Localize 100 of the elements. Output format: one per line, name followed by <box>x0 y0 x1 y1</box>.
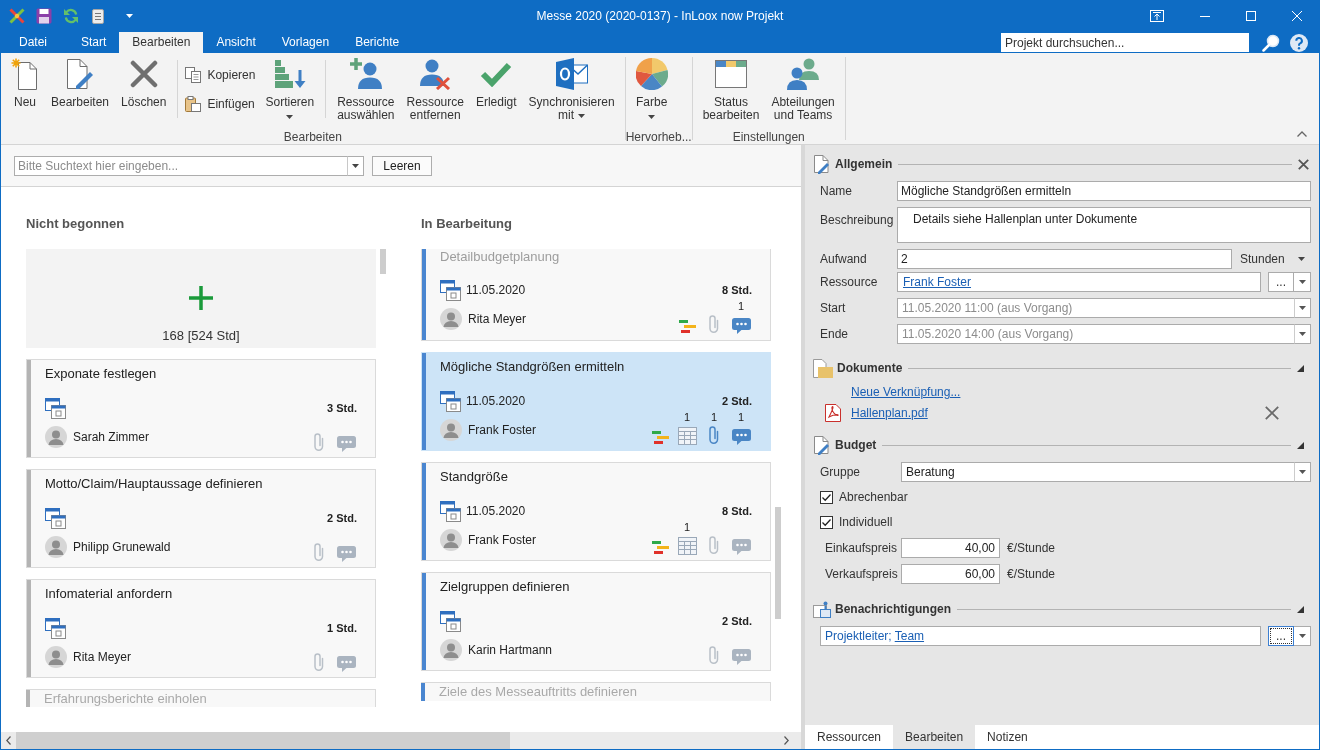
add-task-button[interactable]: 168 [524 Std] <box>26 249 376 348</box>
search-icon[interactable] <box>1262 33 1280 52</box>
task-card[interactable]: Standgröße 11.05.2020 8 Std. Frank Foster 1 <box>421 462 771 561</box>
task-card[interactable]: Exponate festlegen 3 Std. Sarah Zimmer <box>26 359 376 458</box>
effort-hours: 2 Std. <box>327 510 357 526</box>
unit-dropdown[interactable]: Stunden <box>1232 249 1311 269</box>
ribbon-tab[interactable]: Berichte <box>342 32 413 53</box>
ribbon-button[interactable]: Neu <box>5 58 45 109</box>
dropdown-button[interactable] <box>1294 324 1311 344</box>
ribbon-tab[interactable]: Start <box>68 32 120 53</box>
due-date: 11.05.2020 <box>466 393 526 410</box>
copy-icon <box>185 67 202 83</box>
panel-tab[interactable]: Bearbeiten <box>893 725 976 749</box>
collapse-triangle-icon[interactable] <box>1297 605 1304 613</box>
ribbon-tab[interactable]: Vorlagen <box>268 32 343 53</box>
dropdown-arrow-icon <box>352 163 359 168</box>
text-field[interactable]: Mögliche Standgrößen ermitteln <box>897 181 1311 201</box>
ribbon-button[interactable]: Abteilungen und Teams <box>765 58 841 122</box>
assignee-name: Rita Meyer <box>73 649 131 666</box>
browse-button[interactable]: ... <box>1268 626 1294 646</box>
ribbon-button[interactable]: Erledigt <box>469 58 523 109</box>
recipient-link[interactable]: Team <box>894 627 925 645</box>
file-link[interactable]: Hallenplan.pdf <box>851 406 928 420</box>
project-search-field[interactable]: Projekt durchsuchen... <box>1001 33 1249 52</box>
card-title: Ziele des Messeauftritts definieren <box>438 683 637 701</box>
avatar-icon <box>440 639 462 661</box>
ribbon-display-icon[interactable] <box>1150 10 1164 22</box>
resource-field[interactable]: Frank Foster <box>897 272 1261 292</box>
notification-window-icon <box>813 600 831 618</box>
browse-button[interactable]: ... <box>1268 272 1294 292</box>
save-icon[interactable] <box>36 8 52 24</box>
close-icon[interactable] <box>1298 158 1309 170</box>
ribbon-button[interactable]: Synchronisieren mit <box>522 58 621 122</box>
checkbox[interactable] <box>820 515 833 529</box>
recipients-field[interactable]: Projektleiter; Team <box>820 626 1261 646</box>
ribbon-button[interactable]: Ressource entfernen <box>400 58 470 122</box>
dropdown-button[interactable] <box>1294 272 1311 292</box>
ribbon-tab[interactable]: Bearbeiten <box>119 32 204 53</box>
maximize-icon[interactable] <box>1246 11 1256 21</box>
ribbon-button[interactable]: Kopieren <box>183 64 258 86</box>
plus-icon <box>189 286 213 310</box>
unit-label: €/Stunde <box>1007 540 1056 557</box>
assignee-name: Karin Hartmann <box>468 642 553 659</box>
notepad-icon[interactable] <box>90 8 106 24</box>
help-icon[interactable] <box>1290 33 1308 52</box>
task-card[interactable]: Zielgruppen definieren 2 Std. Karin Hartmann <box>421 572 771 671</box>
remove-person-icon <box>419 58 452 90</box>
ribbon-button[interactable]: Farbe <box>629 58 674 119</box>
clear-button[interactable]: Leeren <box>372 155 432 176</box>
chevron-right-icon[interactable] <box>784 736 789 745</box>
ribbon-button[interactable]: Löschen <box>115 58 173 109</box>
task-card[interactable]: Mögliche Standgrößen ermitteln 11.05.2020 2 Std. Frank Foster 1 1 1 <box>421 352 771 451</box>
ribbon-button[interactable]: Ressource auswählen <box>331 58 401 122</box>
ribbon-button[interactable]: Bearbeiten <box>45 58 116 109</box>
number-field[interactable]: 2 <box>897 249 1232 269</box>
avatar-icon <box>440 529 462 551</box>
price-field[interactable]: 40,00 <box>901 538 1000 558</box>
ribbon-tab[interactable]: Datei <box>6 32 60 53</box>
delete-icon[interactable] <box>1265 406 1279 420</box>
dropdown-button[interactable] <box>1294 462 1311 482</box>
checkbox[interactable] <box>820 490 833 504</box>
minimize-icon[interactable] <box>1200 15 1210 17</box>
dropdown-arrow-icon <box>1298 257 1305 261</box>
card-title: Mögliche Standgrößen ermitteln <box>440 358 625 376</box>
ribbon-button[interactable]: Einfügen <box>183 93 258 115</box>
calendar-icon <box>440 390 461 412</box>
count-label: 1 <box>737 411 745 423</box>
group-label: Bearbeiten <box>283 130 342 144</box>
ribbon-tab[interactable]: Ansicht <box>203 32 269 53</box>
due-date: 11.05.2020 <box>466 282 526 299</box>
dropdown-button[interactable] <box>1294 298 1311 318</box>
horizontal-scrollbar[interactable] <box>1 732 801 749</box>
calendar-icon <box>440 500 461 522</box>
task-card[interactable]: Infomaterial anfordern 1 Std. Rita Meyer <box>26 579 376 678</box>
scrollbar-thumb[interactable] <box>380 249 386 274</box>
effort-hours: 2 Std. <box>722 393 752 409</box>
resource-link[interactable]: Frank Foster <box>903 273 971 291</box>
group-field[interactable]: Beratung <box>901 462 1294 482</box>
ribbon-button[interactable]: Status bearbeiten <box>696 58 766 122</box>
search-field[interactable]: Bitte Suchtext hier eingeben... <box>14 155 347 176</box>
text-area[interactable]: Details siehe Hallenplan unter Dokumente <box>897 207 1311 243</box>
task-card[interactable]: Detailbudgetplanung 11.05.2020 8 Std. Rita Meyer 1 <box>421 249 771 341</box>
dropdown-arrow-icon <box>1299 332 1306 336</box>
app-logo-icon[interactable] <box>9 8 25 24</box>
collapse-triangle-icon[interactable] <box>1297 441 1304 449</box>
scrollbar-thumb[interactable] <box>16 732 510 749</box>
scrollbar-thumb[interactable] <box>775 507 781 619</box>
collapse-chevron-icon[interactable] <box>1297 131 1307 137</box>
price-field[interactable]: 60,00 <box>901 564 1000 584</box>
task-card[interactable]: Motto/Claim/Hauptaussage definieren 2 Std. Philipp Grunewald <box>26 469 376 568</box>
new-link[interactable]: Neue Verknüpfung... <box>851 385 961 399</box>
status-window-icon <box>715 60 748 88</box>
due-date: 11.05.2020 <box>466 503 526 520</box>
avatar-icon <box>440 419 462 441</box>
collapse-triangle-icon[interactable] <box>1297 364 1304 372</box>
dropdown-button[interactable] <box>1294 626 1311 646</box>
dropdown-button[interactable] <box>347 155 364 176</box>
ribbon-button[interactable]: Sortieren <box>259 58 321 119</box>
customize-caret-icon[interactable] <box>126 14 133 18</box>
chevron-left-icon[interactable] <box>6 736 11 745</box>
